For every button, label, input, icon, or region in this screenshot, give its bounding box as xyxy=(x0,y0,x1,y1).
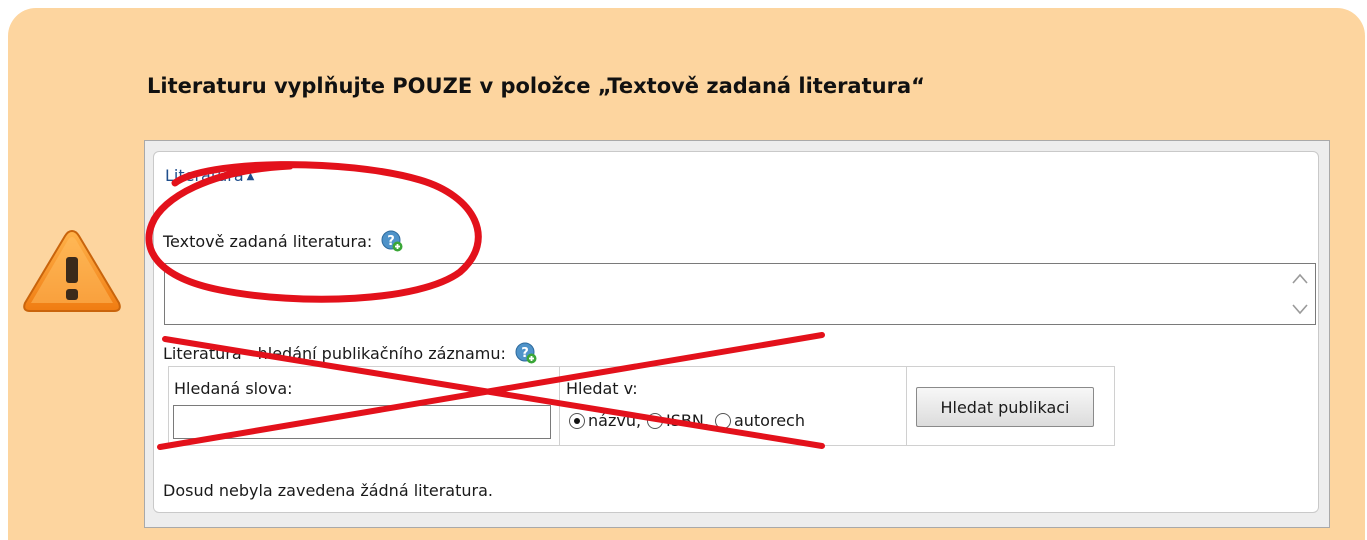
radio-title-label: názvu, xyxy=(588,411,642,430)
publication-search-label-row: Literatura - hledání publikačního záznam… xyxy=(163,342,537,364)
table-divider xyxy=(559,367,560,445)
literature-section-toggle[interactable]: Literatura ▲ xyxy=(165,166,254,185)
note-title: Literaturu vyplňujte POUZE v položce „Te… xyxy=(147,74,925,98)
search-in-label: Hledat v: xyxy=(566,379,638,398)
caret-up-icon: ▲ xyxy=(246,171,255,182)
warning-triangle-icon xyxy=(23,229,121,312)
text-literature-textarea[interactable] xyxy=(165,264,1289,326)
search-words-input[interactable] xyxy=(173,405,551,439)
text-literature-label: Textově zadaná literatura: xyxy=(163,232,373,251)
radio-isbn-label: ISBN, xyxy=(666,411,709,430)
form-screenshot: Literatura ▲ Textově zadaná literatura: ?… xyxy=(144,140,1330,528)
publication-search-label: Literatura - hledání publikačního záznam… xyxy=(163,344,506,363)
radio-authors[interactable] xyxy=(714,412,731,429)
empty-literature-message: Dosud nebyla zavedena žádná literatura. xyxy=(163,481,493,500)
search-words-label: Hledaná slova: xyxy=(174,379,293,398)
text-literature-label-row: Textově zadaná literatura: ? xyxy=(163,230,403,252)
radio-authors-label: autorech xyxy=(733,411,805,430)
text-literature-field[interactable] xyxy=(164,263,1316,326)
literature-panel: Literatura ▲ Textově zadaná literatura: ?… xyxy=(153,151,1319,513)
publication-search-table: Hledaná slova: Hledat v: názvu, ISBN, au… xyxy=(168,366,1115,446)
table-divider xyxy=(906,367,907,445)
search-in-options: názvu, ISBN, autorech xyxy=(569,411,811,430)
search-publication-button[interactable]: Hledat publikaci xyxy=(916,387,1094,427)
section-link-label: Literatura xyxy=(165,166,244,185)
help-add-icon[interactable]: ? xyxy=(515,342,537,364)
scroll-down-icon[interactable] xyxy=(1291,301,1309,317)
scroll-up-icon[interactable] xyxy=(1291,271,1309,287)
radio-isbn[interactable] xyxy=(647,412,664,429)
help-add-icon[interactable]: ? xyxy=(381,230,403,252)
radio-title[interactable] xyxy=(569,412,585,429)
